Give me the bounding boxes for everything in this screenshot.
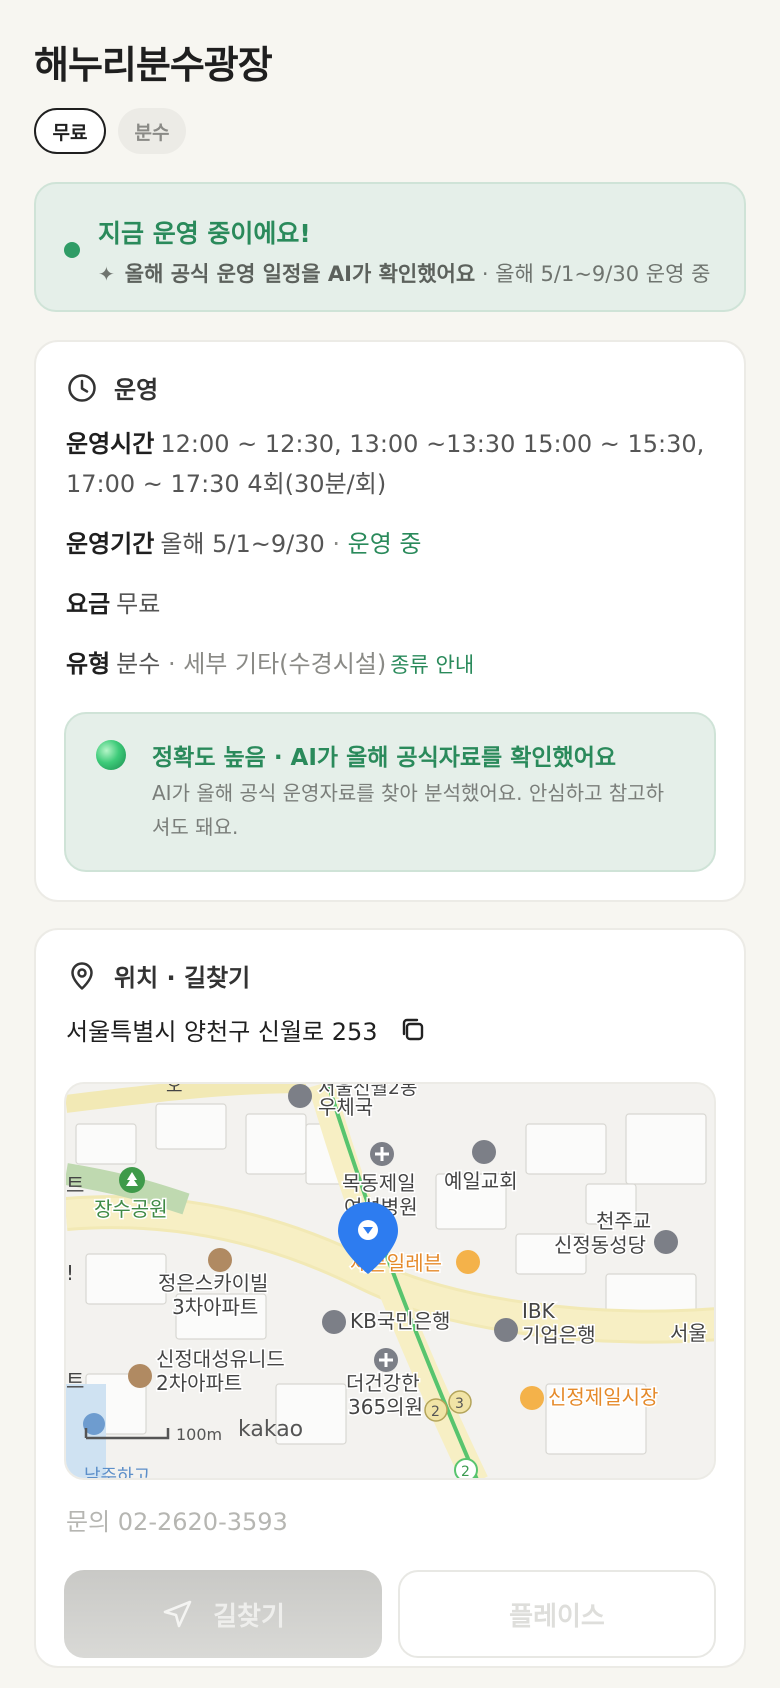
map-label-post-office: 우체국 [318, 1095, 373, 1119]
svg-text:2: 2 [461, 1464, 470, 1480]
map-label-park: 장수공원 [94, 1197, 168, 1221]
fee-value: 무료 [116, 590, 161, 618]
map-label-bank2b: 기업은행 [522, 1323, 596, 1347]
copy-icon[interactable] [398, 1015, 428, 1045]
location-card: 위치 · 길찾기 서울특별시 양천구 신월로 253 장수공원 서울신월2동 우… [34, 928, 746, 1668]
map-label-edge-3: 트 [66, 1369, 84, 1393]
type-row: 유형 분수 · 세부 기타(수경시설) 종류 안내 [66, 644, 726, 685]
map-scale-label: 100m [176, 1425, 222, 1444]
map-label-apt1: 정은스카이빌 [158, 1271, 268, 1295]
ai-accuracy-description: AI가 올해 공식 운영자료를 찾아 분석했어요. 안심하고 참고하셔도 돼요. [152, 781, 665, 839]
map-label-edge-1: 트 [66, 1173, 84, 1197]
map-label-church: 예일교회 [444, 1169, 518, 1193]
map-label-hospital: 목동제일 [342, 1171, 416, 1195]
svg-text:2: 2 [431, 1404, 440, 1420]
map-label-apt2b: 2차아파트 [156, 1371, 242, 1395]
map-label-edge-top: 오 [166, 1084, 183, 1097]
status-subtitle: ✦ 올해 공식 운영 일정을 AI가 확인했어요 · 올해 5/1~9/30 운영… [98, 258, 710, 288]
fee-row: 요금 무료 [66, 584, 726, 624]
map-label-apt2: 신정대성유니드 [156, 1347, 285, 1371]
map-label-clinic-a: 더건강한 [346, 1371, 420, 1395]
tag-free[interactable]: 무료 [34, 108, 106, 154]
map-label-edge-2: ! [66, 1261, 74, 1285]
hours-value: 12:00 ~ 12:30, 13:00 ~13:30 15:00 ~ 15:3… [66, 430, 705, 498]
type-value: 분수 [116, 650, 161, 678]
address-row: 서울특별시 양천구 신월로 253 [66, 1012, 428, 1047]
map-label-market: 신정제일시장 [548, 1385, 658, 1409]
map-label-cathedral-b: 신정동성당 [554, 1233, 646, 1257]
address-text: 서울특별시 양천구 신월로 253 [66, 1018, 378, 1046]
map-label-bank2a: IBK [522, 1299, 556, 1323]
map-label-cathedral-a: 천주교 [596, 1209, 651, 1233]
location-pin-icon [71, 961, 93, 990]
navigation-arrow-icon [163, 1600, 192, 1628]
type-label: 유형 [66, 650, 111, 678]
status-period-note: 올해 5/1~9/30 운영 중 [495, 262, 711, 286]
tag-fountain[interactable]: 분수 [118, 108, 186, 154]
map-label-bank1: KB국민은행 [350, 1309, 450, 1333]
hours-row: 운영시간 12:00 ~ 12:30, 13:00 ~13:30 15:00 ~ … [66, 424, 726, 504]
page-title: 해누리분수광장 [34, 43, 273, 87]
period-row: 운영기간 올해 5/1~9/30 · 운영 중 [66, 524, 726, 564]
route-button-label: 길찾기 [213, 1601, 285, 1632]
place-button[interactable]: 플레이스 [398, 1570, 716, 1658]
operation-card: 운영 운영시간 12:00 ~ 12:30, 13:00 ~13:30 15:00… [34, 340, 746, 902]
status-card: 지금 운영 중이에요! ✦ 올해 공식 운영 일정을 AI가 확인했어요 · 올해… [34, 182, 746, 312]
status-ai-note: 올해 공식 운영 일정을 AI가 확인했어요 [124, 262, 476, 286]
type-guide-link[interactable]: 종류 안내 [390, 653, 474, 677]
period-status: 운영 중 [347, 530, 422, 558]
map-brand: kakao [238, 1417, 303, 1442]
sparkle-icon: ✦ [98, 262, 115, 286]
location-header: 위치 · 길찾기 [66, 958, 250, 993]
period-separator: · [324, 530, 348, 558]
ai-orb-icon [96, 740, 126, 770]
hours-label: 운영시간 [66, 430, 155, 458]
ai-accuracy-title: 정확도 높음 · AI가 올해 공식자료를 확인했어요 [152, 745, 617, 771]
route-button[interactable]: 길찾기 [64, 1570, 382, 1658]
location-map[interactable]: 장수공원 서울신월2동 우체국 목동제일 여성병원 예일교회 천주교 신정동성당… [64, 1082, 716, 1480]
operation-header: 운영 [66, 370, 158, 405]
map-label-apt1b: 3차아파트 [172, 1295, 258, 1319]
location-header-label: 위치 · 길찾기 [114, 964, 251, 992]
contact-text[interactable]: 문의 02-2620-3593 [66, 1502, 288, 1537]
period-value: 올해 5/1~9/30 [160, 530, 325, 558]
ai-accuracy-box: 정확도 높음 · AI가 올해 공식자료를 확인했어요 AI가 올해 공식 운영… [64, 712, 716, 872]
clock-icon [68, 373, 96, 402]
status-separator: · [475, 262, 496, 286]
status-dot-icon [64, 242, 80, 258]
place-button-label: 플레이스 [509, 1601, 605, 1632]
map-label-seoul: 서울 [670, 1321, 707, 1345]
fee-label: 요금 [66, 590, 111, 618]
map-label-bottom: 남주하고 [84, 1466, 150, 1480]
operation-header-label: 운영 [114, 376, 159, 404]
period-label: 운영기간 [66, 530, 155, 558]
status-title: 지금 운영 중이에요! [98, 219, 311, 248]
map-label-clinic-b: 365의원 [348, 1395, 423, 1419]
svg-text:3: 3 [455, 1396, 464, 1412]
type-detail: · 세부 기타(수경시설) [160, 650, 387, 678]
